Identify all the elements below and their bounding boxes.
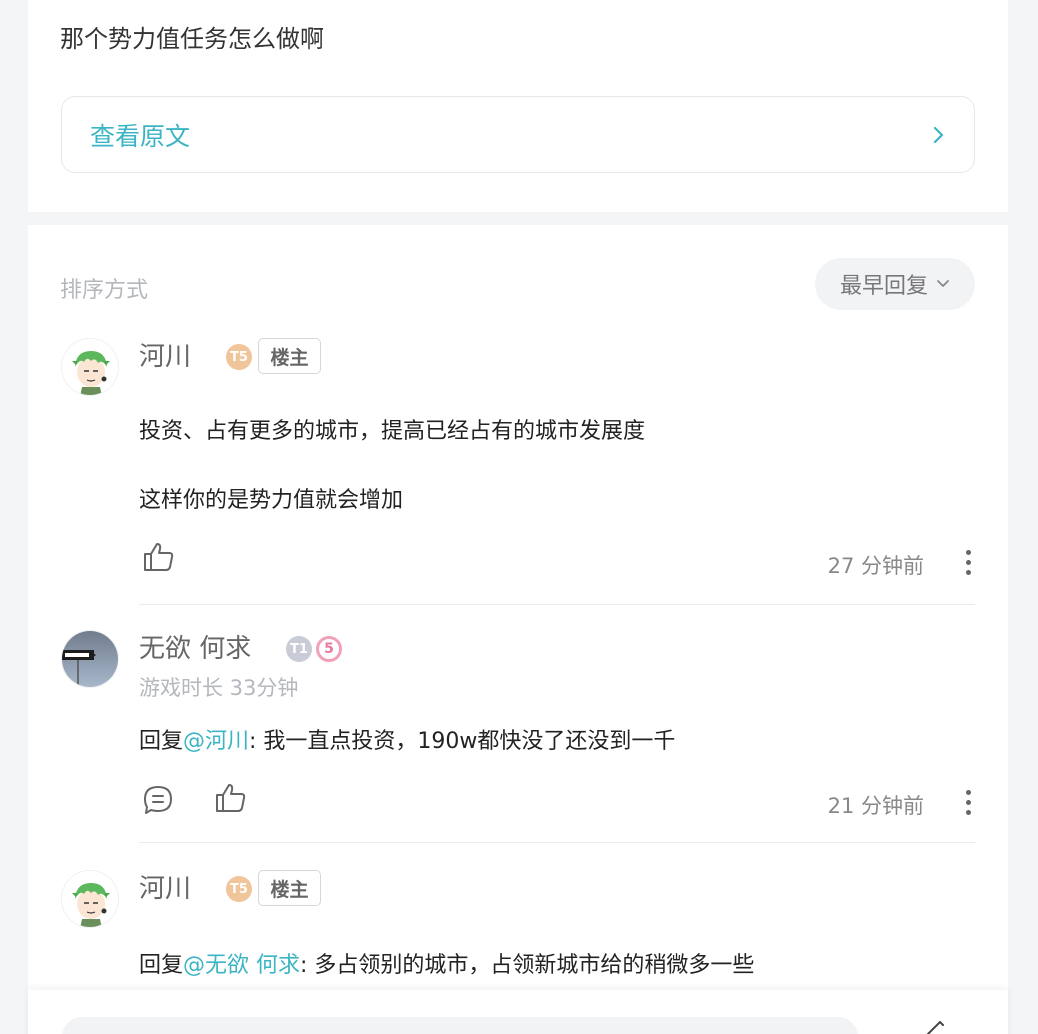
username[interactable]: 河川 — [139, 872, 191, 906]
reply-text: : 我一直点投资，190w都快没了还没到一千 — [249, 729, 676, 754]
sort-selected: 最早回复 — [839, 274, 928, 299]
reply-prefix: 回复 — [139, 953, 184, 978]
avatar-sky-sign-icon — [62, 631, 118, 687]
divider — [139, 842, 975, 843]
comment-item: 无欲 何求 T1 5 游戏时长 33分钟 回复@河川: 我一直点投资，190w都… — [28, 630, 1008, 843]
avatar[interactable] — [61, 338, 119, 396]
comment-text-line: 这样你的是势力值就会增加 — [139, 488, 404, 513]
comment-text: 回复@河川: 我一直点投资，190w都快没了还没到一千 — [139, 725, 675, 759]
chevron-right-icon — [933, 126, 944, 143]
level-badge-icon: T1 — [286, 636, 312, 662]
comment-text-line: 投资、占有更多的城市，提高已经占有的城市发展度 — [139, 419, 646, 444]
post-card: 那个势力值任务怎么做啊 查看原文 — [28, 0, 1008, 212]
comment-time: 21 分钟前 — [827, 794, 924, 818]
avatar[interactable] — [61, 870, 119, 928]
mention-link[interactable]: @无欲 何求 — [183, 953, 300, 978]
mention-link[interactable]: @河川 — [183, 729, 249, 754]
sort-dropdown[interactable]: 最早回复 — [815, 258, 975, 310]
owner-badge: 楼主 — [258, 338, 321, 374]
avatar[interactable] — [61, 630, 119, 688]
divider — [139, 604, 975, 605]
comment-text: 回复@无欲 何求: 多占领别的城市，占领新城市给的稍微多一些 — [139, 949, 754, 983]
more-options-icon[interactable] — [964, 550, 972, 575]
edit-icon[interactable] — [924, 1020, 946, 1034]
comments-card: 排序方式 最早回复 河川 T5 楼主 投资、占有更多的城市，提高已经占有的城市发… — [28, 225, 1008, 1034]
reply-text: : 多占领别的城市，占领新城市给的稍微多一些 — [300, 953, 755, 978]
sort-label: 排序方式 — [60, 278, 149, 303]
reply-prefix: 回复 — [139, 729, 184, 754]
like-icon[interactable] — [214, 782, 248, 814]
username[interactable]: 无欲 何求 — [139, 632, 251, 666]
view-original-button[interactable]: 查看原文 — [61, 96, 975, 173]
chevron-down-icon — [937, 280, 949, 287]
avatar-green-hair-icon — [62, 339, 118, 395]
level-badge-icon: T5 — [226, 876, 252, 902]
owner-badge: 楼主 — [258, 870, 321, 906]
like-icon[interactable] — [142, 541, 176, 573]
bottom-bar — [28, 990, 1008, 1034]
reply-icon[interactable] — [142, 784, 174, 816]
honor-badge-icon: 5 — [316, 636, 342, 662]
comment-time: 27 分钟前 — [827, 554, 924, 578]
comment-item: 河川 T5 楼主 投资、占有更多的城市，提高已经占有的城市发展度 这样你的是势力… — [28, 338, 1008, 608]
reply-input[interactable] — [62, 1017, 858, 1034]
more-options-icon[interactable] — [964, 790, 972, 815]
avatar-green-hair-icon — [62, 871, 118, 927]
comment-item: 河川 T5 楼主 回复@无欲 何求: 多占领别的城市，占领新城市给的稍微多一些 — [28, 870, 1008, 1010]
view-original-label: 查看原文 — [90, 121, 191, 151]
playtime-label: 游戏时长 33分钟 — [139, 676, 299, 700]
post-text: 那个势力值任务怎么做啊 — [60, 25, 324, 53]
username[interactable]: 河川 — [139, 340, 191, 374]
level-badge-icon: T5 — [226, 344, 252, 370]
